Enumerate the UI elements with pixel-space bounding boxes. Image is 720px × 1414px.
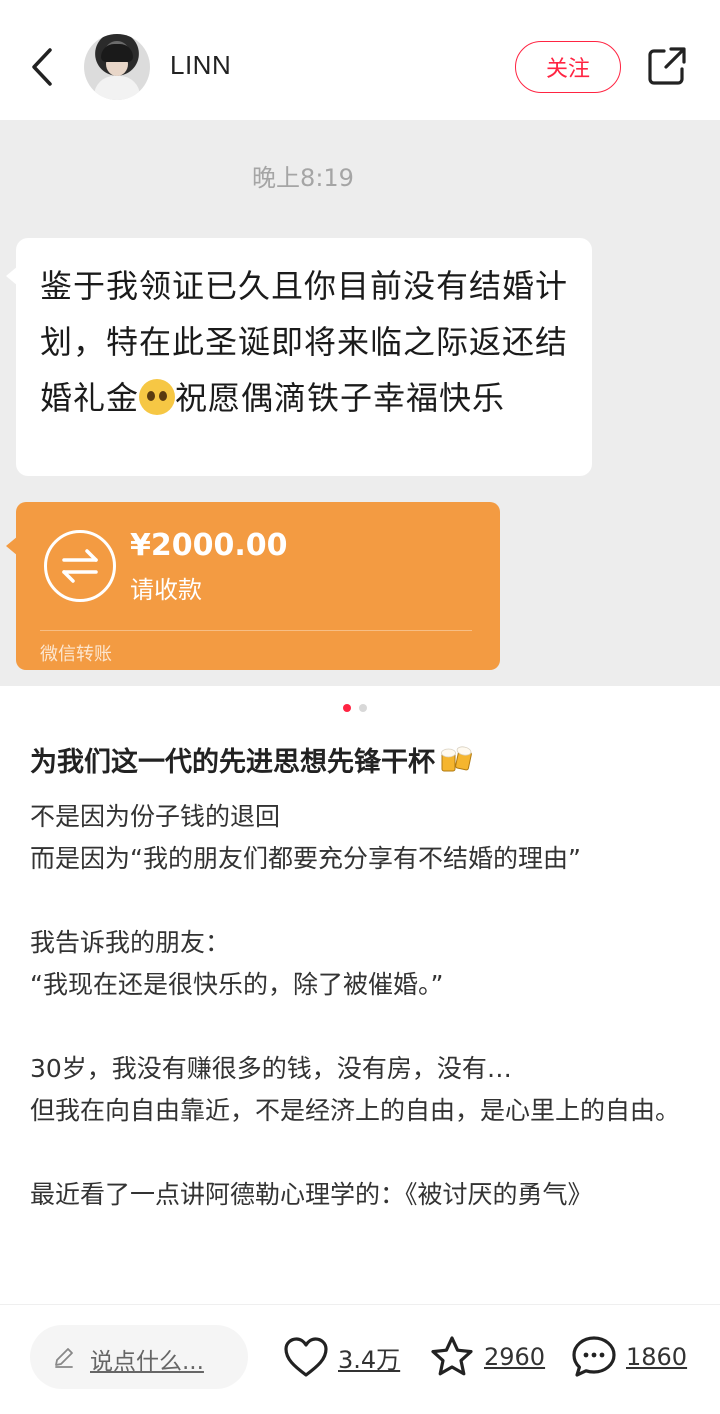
comment-count: 1860 — [626, 1343, 688, 1371]
beer-mugs-icon — [439, 745, 475, 782]
post-paragraph: 最近看了一点讲阿德勒心理学的：《被讨厌的勇气》 — [30, 1174, 690, 1216]
heart-icon — [284, 1337, 328, 1377]
bottom-action-bar: 说点什么... 3.4万 2960 1860 — [0, 1304, 720, 1414]
transfer-source-label: 微信转账 — [40, 644, 112, 665]
comment-input[interactable]: 说点什么... — [30, 1325, 248, 1389]
comment-button[interactable]: 1860 — [570, 1333, 687, 1381]
post-paragraph: 30岁，我没有赚很多的钱，没有房，没有… 但我在向自由靠近，不是经济上的自由，是… — [30, 1048, 690, 1132]
top-bar: LINN 关注 — [0, 0, 720, 120]
back-icon[interactable] — [26, 42, 62, 92]
post-line: “我现在还是很快乐的，除了被催婚。” — [30, 970, 444, 999]
post-line: 而是因为“我的朋友们都要充分享有不结婚的理由” — [30, 844, 581, 873]
post-paragraph: 不是因为份子钱的退回 而是因为“我的朋友们都要充分享有不结婚的理由” — [30, 796, 690, 880]
post-body: 不是因为份子钱的退回 而是因为“我的朋友们都要充分享有不结婚的理由” 我告诉我的… — [30, 796, 690, 1258]
post-line: 我告诉我的朋友： — [30, 928, 231, 957]
comment-bubble-icon — [572, 1336, 616, 1377]
post-title: 为我们这一代的先进思想先锋干杯 — [30, 740, 475, 782]
username[interactable]: LINN — [170, 50, 231, 81]
post-line: 不是因为份子钱的退回 — [30, 802, 281, 831]
carousel-indicator — [343, 704, 367, 712]
transfer-divider — [40, 630, 472, 631]
post-paragraph: 我告诉我的朋友： “我现在还是很快乐的，除了被催婚。” — [30, 922, 690, 1006]
transfer-amount: ¥2000.00 — [130, 528, 288, 563]
like-button[interactable]: 3.4万 — [282, 1333, 400, 1381]
carousel-dot-active — [343, 704, 351, 712]
chat-message-bubble: 鉴于我领证已久且你目前没有结婚计划，特在此圣诞即将来临之际返还结婚礼金 祝愿偶滴铁… — [6, 238, 592, 476]
post-line: 30岁，我没有赚很多的钱，没有房，没有… — [30, 1054, 512, 1083]
star-icon — [431, 1336, 473, 1376]
avatar[interactable] — [84, 34, 150, 100]
post-line: 最近看了一点讲阿德勒心理学的：《被讨厌的勇气》 — [30, 1180, 593, 1209]
follow-button[interactable]: 关注 — [515, 41, 621, 93]
post-line: 但我在向自由靠近，不是经济上的自由，是心里上的自由。 — [30, 1096, 681, 1125]
collect-button[interactable]: 2960 — [428, 1333, 545, 1381]
pencil-icon — [55, 1348, 73, 1368]
comment-placeholder: 说点什么... — [90, 1349, 204, 1375]
share-icon[interactable] — [646, 45, 688, 87]
wechat-transfer-card: ¥2000.00 请收款 微信转账 — [6, 502, 500, 670]
chat-timestamp: 晚上8:19 — [252, 164, 354, 192]
transfer-icon — [44, 530, 116, 602]
chat-message-text: 鉴于我领证已久且你目前没有结婚计划，特在此圣诞即将来临之际返还结婚礼金 祝愿偶滴铁… — [40, 267, 569, 417]
transfer-status: 请收款 — [130, 576, 202, 604]
collect-count: 2960 — [484, 1343, 546, 1371]
like-count: 3.4万 — [338, 1345, 401, 1374]
carousel-dot — [359, 704, 367, 712]
post-image[interactable]: 晚上8:19 鉴于我领证已久且你目前没有结婚计划，特在此圣诞即将来临之际返还结婚… — [0, 120, 720, 686]
pleading-face-emoji-icon — [139, 379, 176, 415]
